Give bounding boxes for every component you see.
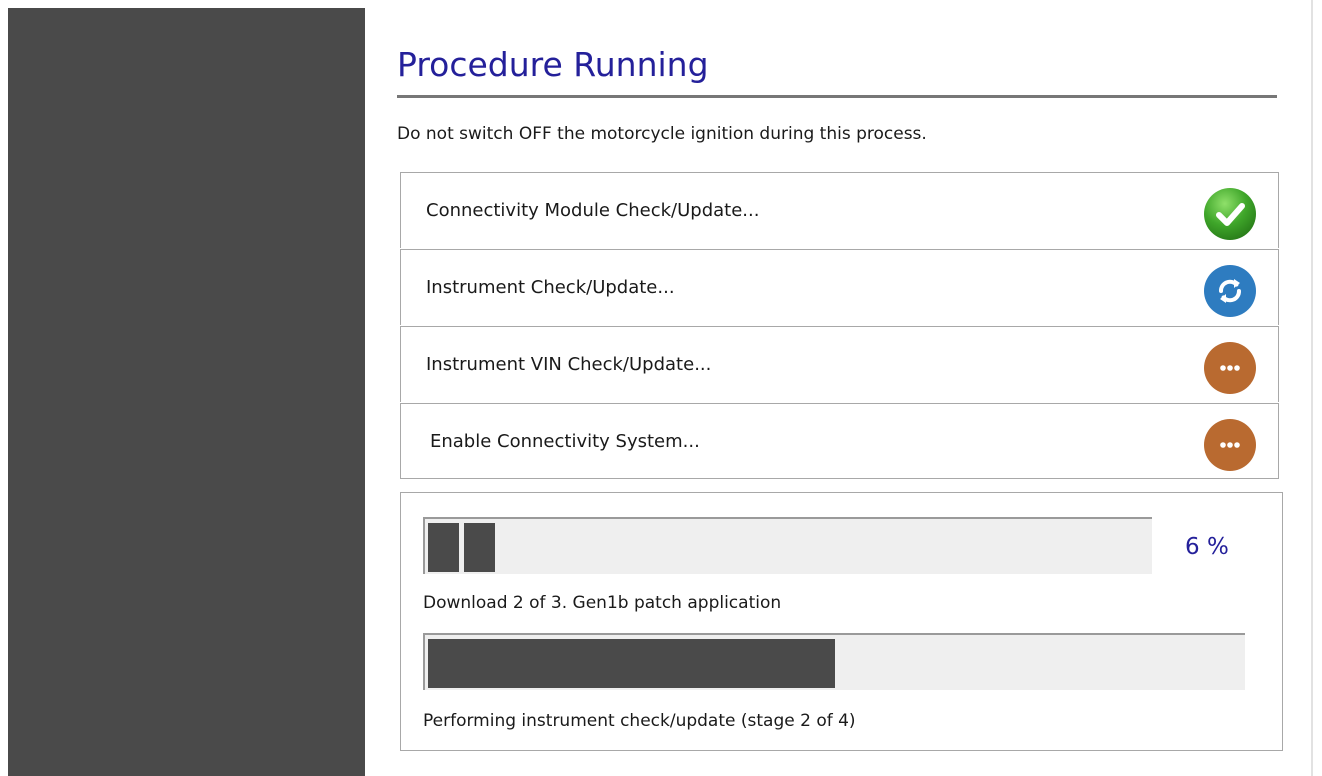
sync-icon [1203, 264, 1257, 318]
download-status-caption: Download 2 of 3. Gen1b patch application [423, 593, 782, 613]
window-edge [1311, 0, 1313, 776]
step-label: Connectivity Module Check/Update... [426, 200, 760, 221]
title-divider [397, 95, 1277, 98]
overall-progress-fill [428, 639, 835, 688]
ignition-warning-text: Do not switch OFF the motorcycle ignitio… [397, 124, 927, 144]
download-percent-text: 6 % [1185, 534, 1229, 560]
step-row-enable-connectivity: Enable Connectivity System... [400, 403, 1279, 479]
step-label: Enable Connectivity System... [430, 431, 700, 452]
progress-panel: 6 % Download 2 of 3. Gen1b patch applica… [400, 492, 1283, 751]
download-progress-segment [464, 523, 495, 572]
page-title: Procedure Running [397, 45, 709, 84]
checkmark-icon [1203, 187, 1257, 241]
sidebar-panel [8, 8, 365, 776]
ellipsis-icon [1203, 341, 1257, 395]
step-row-instrument-vin: Instrument VIN Check/Update... [400, 326, 1279, 402]
overall-progress-bar [423, 633, 1245, 690]
step-label: Instrument Check/Update... [426, 277, 675, 298]
step-label: Instrument VIN Check/Update... [426, 354, 712, 375]
step-row-connectivity-module: Connectivity Module Check/Update... [400, 172, 1279, 248]
ellipsis-icon [1203, 418, 1257, 472]
step-row-instrument: Instrument Check/Update... [400, 249, 1279, 325]
download-progress-segment [428, 523, 459, 572]
download-progress-bar [423, 517, 1152, 574]
overall-status-caption: Performing instrument check/update (stag… [423, 711, 856, 731]
